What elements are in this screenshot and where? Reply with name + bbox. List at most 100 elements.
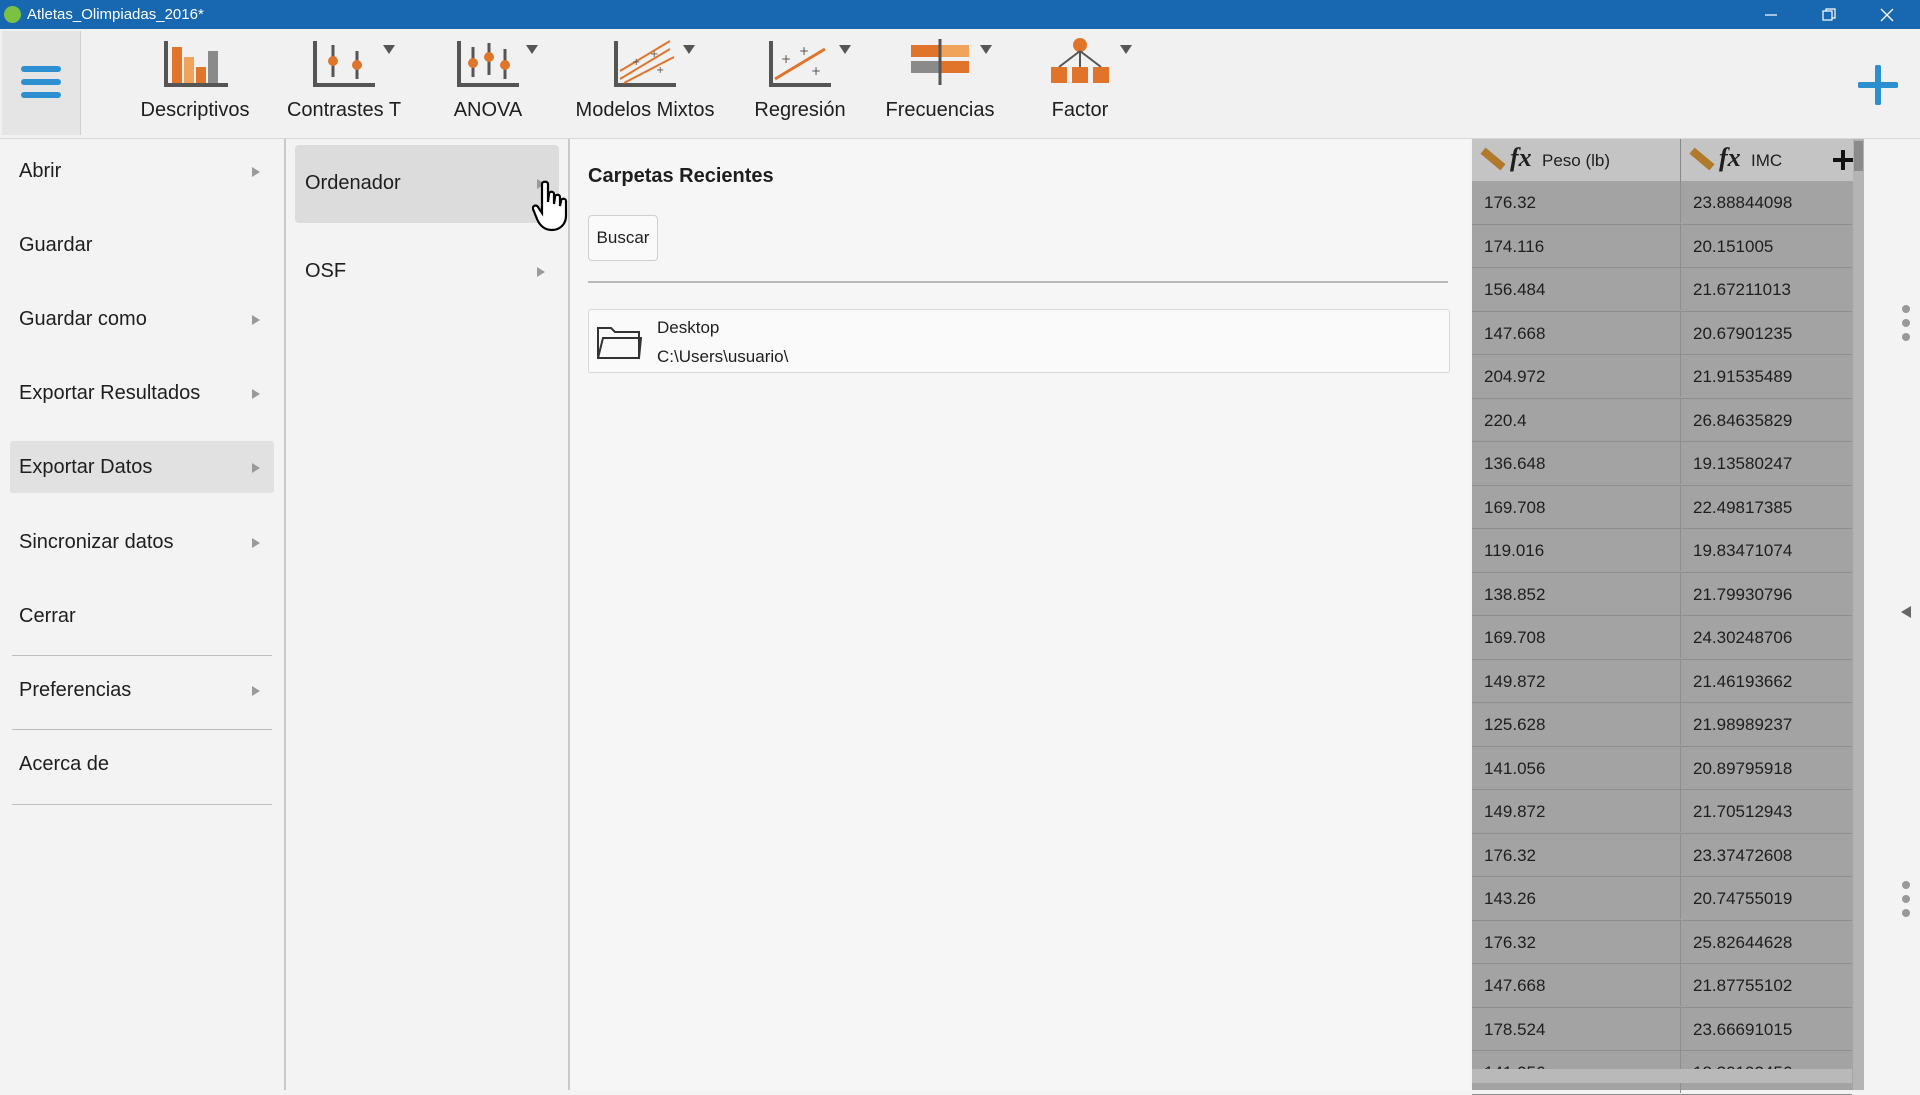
cell-imc[interactable]: 24.30248706 <box>1681 616 1821 658</box>
table-row[interactable]: 178.524 23.66691015 <box>1472 1007 1852 1051</box>
cell-imc[interactable]: 21.87755102 <box>1681 964 1821 1006</box>
data-grid[interactable]: fx Peso (lb) fx IMC 176.32 23.88844098 174… <box>1472 139 1864 1095</box>
descriptivos-button[interactable]: Descriptivos <box>130 35 260 135</box>
table-row[interactable]: 176.32 25.82644628 <box>1472 920 1852 964</box>
cell-peso[interactable]: 178.524 <box>1472 1007 1681 1050</box>
cell-peso[interactable]: 176.32 <box>1472 920 1681 963</box>
cell-peso[interactable]: 169.708 <box>1472 616 1681 658</box>
cell-imc[interactable]: 20.67901235 <box>1681 312 1821 354</box>
menu-hamburger-button[interactable] <box>2 31 81 135</box>
cell-peso[interactable]: 147.668 <box>1472 964 1681 1006</box>
minimize-button[interactable] <box>1742 0 1800 29</box>
vertical-scrollbar[interactable] <box>1853 139 1864 1090</box>
recent-folder-item[interactable]: Desktop C:\Users\usuario\ <box>588 309 1450 373</box>
menu-item-abrir[interactable]: Abrir <box>10 145 274 197</box>
submenu-item-osf[interactable]: OSF <box>295 233 559 311</box>
scrollbar-thumb[interactable] <box>1854 141 1863 171</box>
add-module-button[interactable] <box>1858 65 1898 105</box>
cell-imc[interactable]: 21.67211013 <box>1681 268 1821 310</box>
menu-item-cerrar[interactable]: Cerrar <box>10 590 274 642</box>
menu-item-preferencias[interactable]: Preferencias <box>10 664 274 716</box>
cell-peso[interactable]: 149.872 <box>1472 659 1681 702</box>
submenu-item-ordenador[interactable]: Ordenador <box>295 145 559 223</box>
menu-item-acerca-de[interactable]: Acerca de <box>10 738 274 790</box>
cell-peso[interactable]: 176.32 <box>1472 833 1681 876</box>
table-row[interactable]: 174.116 20.151005 <box>1472 224 1852 268</box>
table-row[interactable]: 143.26 20.74755019 <box>1472 877 1852 921</box>
column-header-peso[interactable]: fx Peso (lb) <box>1472 139 1681 181</box>
cell-peso[interactable]: 125.628 <box>1472 703 1681 745</box>
factor-button[interactable]: Factor <box>1030 35 1132 135</box>
cell-imc[interactable]: 21.70512943 <box>1681 790 1821 832</box>
cell-value: 147.668 <box>1484 976 1546 995</box>
table-row[interactable]: 220.4 26.84635829 <box>1472 398 1852 442</box>
table-row[interactable]: 204.972 21.91535489 <box>1472 355 1852 399</box>
menu-item-guardar[interactable]: Guardar <box>10 219 274 271</box>
cell-imc[interactable]: 21.46193662 <box>1681 660 1821 702</box>
cell-peso[interactable]: 143.26 <box>1472 877 1681 919</box>
cell-value: 20.67901235 <box>1693 323 1793 343</box>
menu-item-sincronizar-datos[interactable]: Sincronizar datos <box>10 516 274 568</box>
table-row[interactable]: 147.668 21.87755102 <box>1472 964 1852 1008</box>
table-row[interactable]: 176.32 23.88844098 <box>1472 181 1852 225</box>
modelos-mixtos-button[interactable]: + + + Modelos Mixtos <box>565 35 725 135</box>
cell-peso[interactable]: 169.708 <box>1472 485 1681 528</box>
table-row[interactable]: 149.872 21.70512943 <box>1472 790 1852 834</box>
horizontal-scrollbar[interactable] <box>1472 1069 1852 1083</box>
export-submenu: Ordenador OSF <box>286 139 570 1090</box>
close-button[interactable] <box>1858 0 1916 29</box>
cell-imc[interactable]: 21.91535489 <box>1681 355 1821 397</box>
cell-imc[interactable]: 21.79930796 <box>1681 573 1821 615</box>
column-header-imc[interactable]: fx IMC <box>1681 139 1821 181</box>
cell-peso[interactable]: 138.852 <box>1472 572 1681 615</box>
table-row[interactable]: 169.708 22.49817385 <box>1472 485 1852 529</box>
cell-imc[interactable]: 26.84635829 <box>1681 399 1821 441</box>
anova-button[interactable]: ANOVA <box>438 35 538 135</box>
regresion-button[interactable]: + + + Regresión <box>745 35 855 135</box>
table-row[interactable]: 141.056 20.89795918 <box>1472 746 1852 790</box>
menu-item-exportar-datos[interactable]: Exportar Datos <box>10 441 274 493</box>
browse-button[interactable]: Buscar <box>588 215 658 261</box>
restore-button[interactable] <box>1800 0 1858 29</box>
cell-imc[interactable]: 20.74755019 <box>1681 877 1821 919</box>
cell-imc[interactable]: 25.82644628 <box>1681 921 1821 963</box>
cell-peso[interactable]: 204.972 <box>1472 355 1681 397</box>
table-row[interactable]: 125.628 21.98989237 <box>1472 703 1852 747</box>
ribbon-label: Contrastes T <box>286 99 402 121</box>
cell-peso[interactable]: 136.648 <box>1472 442 1681 484</box>
cell-peso[interactable]: 119.016 <box>1472 529 1681 571</box>
cell-peso[interactable]: 220.4 <box>1472 398 1681 441</box>
table-row[interactable]: 119.016 19.83471074 <box>1472 529 1852 573</box>
svg-text:+: + <box>632 57 640 68</box>
cell-imc[interactable]: 23.66691015 <box>1681 1008 1821 1050</box>
cell-imc[interactable]: 19.13580247 <box>1681 442 1821 484</box>
menu-divider <box>12 655 272 656</box>
menu-item-exportar-resultados[interactable]: Exportar Resultados <box>10 367 274 419</box>
cell-imc[interactable]: 22.49817385 <box>1681 486 1821 528</box>
cell-peso[interactable]: 174.116 <box>1472 224 1681 267</box>
table-row[interactable]: 169.708 24.30248706 <box>1472 616 1852 660</box>
table-row[interactable]: 138.852 21.79930796 <box>1472 572 1852 616</box>
cell-imc[interactable]: 23.88844098 <box>1681 181 1821 223</box>
cell-value: 174.116 <box>1484 236 1545 256</box>
cell-imc[interactable]: 20.89795918 <box>1681 747 1821 789</box>
cell-peso[interactable]: 176.32 <box>1472 181 1681 223</box>
table-row[interactable]: 147.668 20.67901235 <box>1472 311 1852 355</box>
cell-imc[interactable]: 23.37472608 <box>1681 834 1821 876</box>
table-row[interactable]: 176.32 23.37472608 <box>1472 833 1852 877</box>
table-row[interactable]: 149.872 21.46193662 <box>1472 659 1852 703</box>
collapse-left-icon[interactable] <box>1900 605 1912 619</box>
menu-item-guardar-como[interactable]: Guardar como <box>10 293 274 345</box>
contrastes-t-button[interactable]: Contrastes T <box>279 35 409 135</box>
cell-peso[interactable]: 156.484 <box>1472 268 1681 310</box>
cell-peso[interactable]: 147.668 <box>1472 311 1681 354</box>
table-row[interactable]: 136.648 19.13580247 <box>1472 442 1852 486</box>
cell-imc[interactable]: 20.151005 <box>1681 225 1821 267</box>
table-row[interactable]: 156.484 21.67211013 <box>1472 268 1852 312</box>
cell-value: 141.056 <box>1484 758 1546 778</box>
cell-peso[interactable]: 149.872 <box>1472 790 1681 832</box>
cell-imc[interactable]: 21.98989237 <box>1681 703 1821 745</box>
cell-peso[interactable]: 141.056 <box>1472 746 1681 789</box>
cell-imc[interactable]: 19.83471074 <box>1681 529 1821 571</box>
frecuencias-button[interactable]: Frecuencias <box>876 35 1004 135</box>
